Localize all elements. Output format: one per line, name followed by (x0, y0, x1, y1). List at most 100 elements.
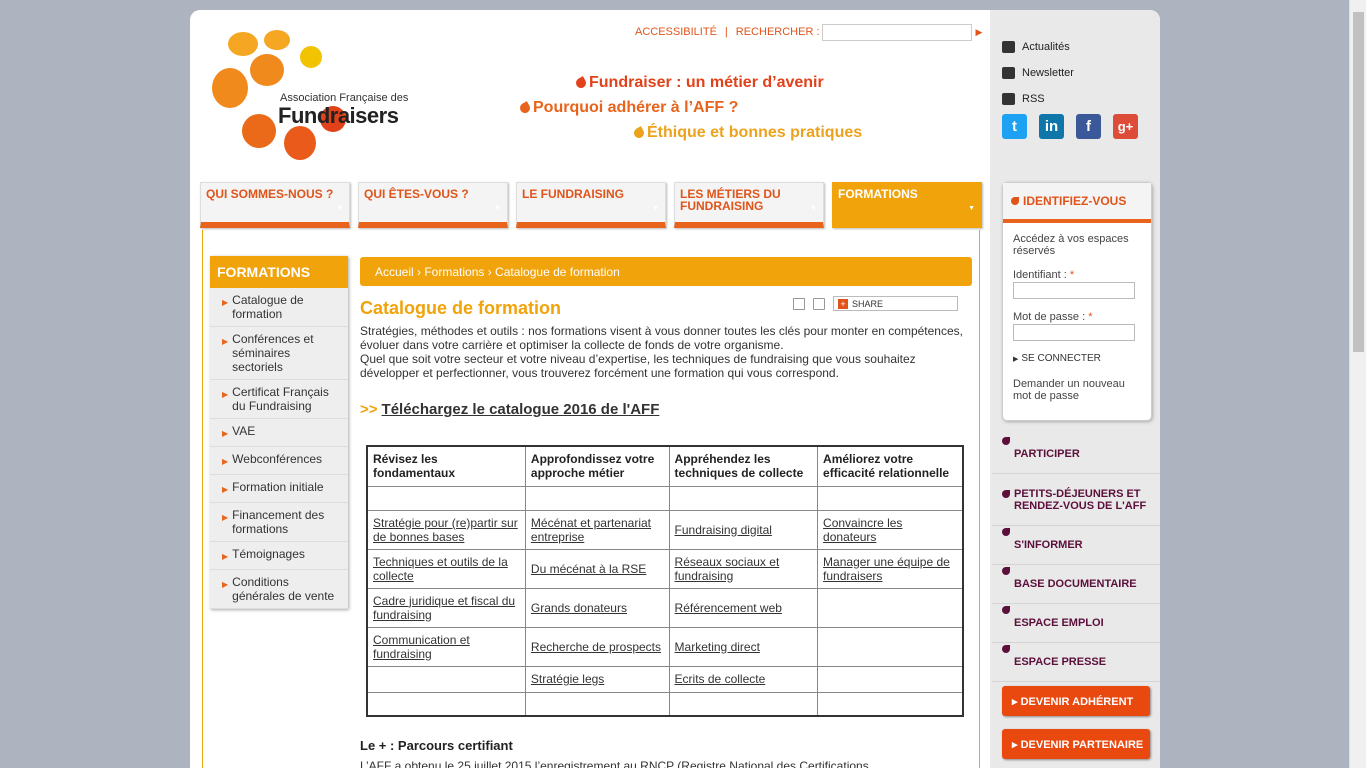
submenu-item-webconferences[interactable]: ▶ Webconférences (210, 447, 348, 475)
tagline-metier[interactable]: Fundraiser : un métier d’avenir (574, 74, 824, 92)
accessibility-link[interactable]: ACCESSIBILITÉ (635, 26, 717, 38)
table-cell: Communication et fundraising (366, 626, 526, 667)
submenu-item-catalogue[interactable]: ▶ Catalogue de formation (210, 288, 348, 327)
right-menu-petits-dejeuners[interactable]: PETITS-DÉJEUNERS ET RENDEZ-VOUS DE L'AFF (992, 474, 1160, 526)
share-button[interactable]: + SHARE (833, 296, 958, 311)
course-link[interactable]: Réseaux sociaux et fundraising (675, 555, 780, 583)
forgot-password-link[interactable]: Demander un nouveau mot de passe (1013, 378, 1141, 402)
download-catalogue: >> Téléchargez le catalogue 2016 de l'AFF (360, 401, 659, 418)
table-cell (366, 485, 526, 511)
course-link[interactable]: Fundraising digital (675, 523, 772, 537)
identifier-label: Identifiant : * (1013, 269, 1141, 281)
intro-paragraph-1: Stratégies, méthodes et outils : nos for… (360, 324, 963, 352)
submenu-item-cgv[interactable]: ▶ Conditions générales de vente (210, 570, 348, 609)
course-link[interactable]: Mécénat et partenariat entreprise (531, 516, 651, 544)
twitter-icon[interactable]: t (1002, 114, 1027, 139)
tagline-adherer[interactable]: Pourquoi adhérer à l’AFF ? (518, 99, 739, 117)
vertical-scrollbar[interactable] (1349, 0, 1366, 768)
intro-paragraph-2: Quel que soit votre secteur et votre niv… (360, 352, 916, 380)
bullet-icon: ▶ (222, 552, 229, 561)
submenu-item-certificat[interactable]: ▶ Certificat Français du Fundraising (210, 380, 348, 419)
become-partner-button[interactable]: ▸ DEVENIR PARTENAIRE (1002, 729, 1150, 759)
right-menu-espace-emploi[interactable]: ESPACE EMPLOI (992, 604, 1160, 643)
breadcrumb[interactable]: Accueil › Formations › Catalogue de form… (360, 257, 972, 286)
leaf-icon (1011, 197, 1019, 205)
table-cell: Référencement web (668, 587, 819, 628)
search-input[interactable] (821, 23, 972, 41)
nav-metiers[interactable]: LES MÉTIERS DU FUNDRAISING ▼ (674, 182, 824, 228)
submenu-item-formation-initiale[interactable]: ▶ Formation initiale (210, 475, 348, 503)
course-link[interactable]: Convaincre les donateurs (823, 516, 902, 544)
course-link[interactable]: Marketing direct (675, 640, 760, 654)
page: Association Française des Fundraisers AC… (190, 10, 1160, 768)
tagline-text: Pourquoi adhérer à l’AFF ? (533, 99, 739, 116)
google-plus-icon[interactable]: g+ (1113, 114, 1138, 139)
course-link[interactable]: Manager une équipe de fundraisers (823, 555, 950, 583)
news-label: Actualités (1022, 41, 1070, 53)
table-cell (366, 691, 526, 717)
print-icon[interactable] (793, 297, 805, 310)
newsletter-link[interactable]: Newsletter (1002, 60, 1074, 86)
column-header: Révisez les fondamentaux (366, 445, 526, 487)
linkedin-icon[interactable]: in (1039, 114, 1064, 139)
submenu-label: Conditions générales de vente (232, 575, 335, 603)
section-text: L’AFF a obtenu le 25 juillet 2015 l’enre… (360, 759, 869, 768)
plus-icon: + (838, 298, 848, 309)
logo-dot (242, 114, 276, 148)
chevron-down-icon: ▼ (336, 205, 343, 212)
course-link[interactable]: Ecrits de collecte (675, 672, 766, 686)
bullet-icon: ▶ (222, 298, 229, 307)
nav-qui-etes-vous[interactable]: QUI ÊTES-VOUS ? ▼ (358, 182, 508, 228)
download-catalogue-link[interactable]: Téléchargez le catalogue 2016 de l'AFF (382, 401, 660, 418)
leaf-icon (1002, 606, 1010, 614)
become-member-button[interactable]: ▸ DEVENIR ADHÉRENT (1002, 686, 1150, 716)
connect-button[interactable]: ▶ SE CONNECTER (1013, 353, 1141, 366)
catalogue-table: Révisez les fondamentaux Approfondissez … (366, 445, 964, 717)
scrollbar-thumb[interactable] (1353, 12, 1364, 352)
facebook-icon[interactable]: f (1076, 114, 1101, 139)
right-menu-espace-presse[interactable]: ESPACE PRESSE (992, 643, 1160, 682)
tagline-ethique[interactable]: Éthique et bonnes pratiques (632, 124, 862, 142)
page-tools: + SHARE (793, 296, 958, 311)
news-link[interactable]: Actualités (1002, 34, 1074, 60)
course-link[interactable]: Du mécénat à la RSE (531, 562, 646, 576)
table-row: Stratégie pour (re)partir sur de bonnes … (366, 509, 964, 550)
nav-formations[interactable]: FORMATIONS ▼ (832, 182, 982, 228)
submenu-item-temoignages[interactable]: ▶ Témoignages (210, 542, 348, 570)
course-link[interactable]: Référencement web (675, 601, 782, 615)
course-link[interactable]: Stratégie pour (re)partir sur de bonnes … (373, 516, 518, 544)
table-row: Stratégie legs Ecrits de collecte (366, 665, 964, 693)
submenu-label: Formation initiale (232, 480, 324, 494)
search-submit-icon[interactable]: ▶ (976, 27, 983, 38)
rss-link[interactable]: RSS (1002, 86, 1074, 112)
table-cell: Réseaux sociaux et fundraising (668, 548, 819, 589)
email-icon[interactable] (813, 297, 825, 310)
course-link[interactable]: Techniques et outils de la collecte (373, 555, 508, 583)
table-cell: Recherche de prospects (524, 626, 670, 667)
password-input[interactable] (1013, 324, 1135, 341)
right-menu-base-documentaire[interactable]: BASE DOCUMENTAIRE (992, 565, 1160, 604)
nav-qui-sommes-nous[interactable]: QUI SOMMES-NOUS ? ▼ (200, 182, 350, 228)
chevron-down-icon: ▼ (810, 205, 817, 212)
submenu-item-financement[interactable]: ▶ Financement des formations (210, 503, 348, 542)
right-menu-participer[interactable]: PARTICIPER (992, 435, 1160, 474)
course-link[interactable]: Grands donateurs (531, 601, 627, 615)
course-link[interactable]: Communication et fundraising (373, 633, 470, 661)
table-row: Communication et fundraising Recherche d… (366, 626, 964, 667)
nav-le-fundraising[interactable]: LE FUNDRAISING ▼ (516, 182, 666, 228)
identifier-input[interactable] (1013, 282, 1135, 299)
submenu-item-conferences[interactable]: ▶ Conférences et séminaires sectoriels (210, 327, 348, 380)
search-label: RECHERCHER : (735, 26, 820, 38)
formations-submenu: FORMATIONS ▶ Catalogue de formation ▶ Conf… (210, 256, 348, 609)
main-nav: QUI SOMMES-NOUS ? ▼ QUI ÊTES-VOUS ? ▼ LE F… (200, 182, 982, 230)
right-menu-sinformer[interactable]: S'INFORMER (992, 526, 1160, 565)
course-link[interactable]: Recherche de prospects (531, 640, 661, 654)
course-link[interactable]: Stratégie legs (531, 672, 604, 686)
table-cell: Manager une équipe de fundraisers (817, 548, 964, 589)
bullet-icon: ▶ (222, 429, 229, 438)
column-header: Approfondissez votre approche métier (524, 445, 670, 487)
course-link[interactable]: Cadre juridique et fiscal du fundraising (373, 594, 515, 622)
submenu-item-vae[interactable]: ▶ VAE (210, 419, 348, 447)
aff-logo[interactable]: Association Française des Fundraisers (210, 28, 408, 163)
logo-dot (212, 68, 248, 108)
